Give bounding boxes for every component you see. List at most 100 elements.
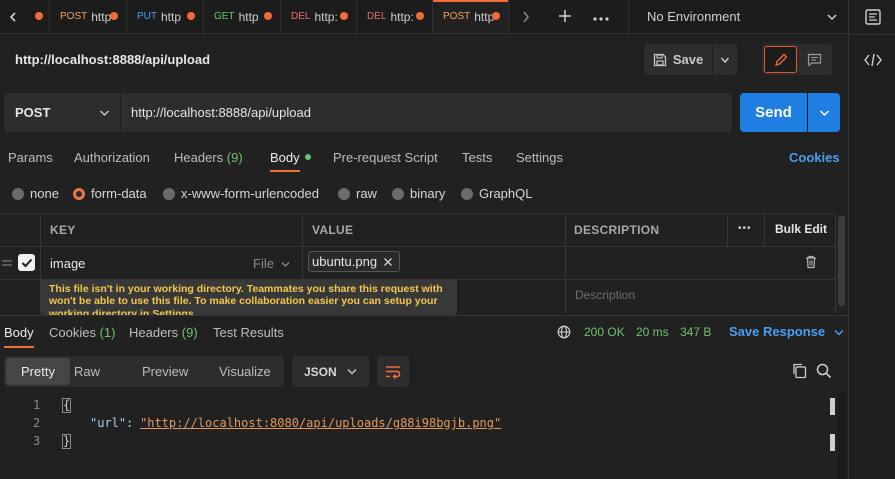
- row-checkbox[interactable]: [18, 254, 35, 271]
- tab-headers[interactable]: Headers (9): [174, 150, 243, 165]
- json-value-link[interactable]: "http://localhost:8080/api/uploads/g88i9…: [140, 416, 501, 430]
- request-tab[interactable]: DEL http:: [357, 0, 433, 33]
- documentation-mode-button[interactable]: [798, 46, 830, 73]
- row-type-selector[interactable]: File: [253, 256, 290, 271]
- file-name: ubuntu.png: [312, 254, 378, 269]
- tab-settings[interactable]: Settings: [516, 150, 563, 165]
- view-mode-label: Pretty: [21, 364, 55, 379]
- code-bracket: }: [62, 434, 72, 449]
- tab-options-icon[interactable]: [592, 12, 610, 22]
- table-border: [727, 213, 728, 246]
- response-body[interactable]: 1 { 2 "url" : "http://localhost:8080/api…: [0, 398, 830, 458]
- file-chip[interactable]: ubuntu.png: [308, 251, 400, 272]
- tab-bar: POST http PUT http GET http DEL http: DE…: [0, 0, 895, 34]
- code-line: 3 }: [0, 434, 830, 452]
- tab-method: POST: [443, 11, 471, 22]
- request-tab[interactable]: GET http: [204, 0, 281, 33]
- response-time[interactable]: 20 ms: [636, 325, 669, 339]
- copy-icon[interactable]: [792, 363, 807, 379]
- radio-circle: [392, 187, 404, 200]
- json-separator: :: [126, 416, 141, 430]
- radio-form-data[interactable]: form-data: [73, 186, 147, 201]
- warning-text: This file isn't in your working director…: [49, 283, 443, 315]
- chevron-down-icon: [827, 14, 837, 21]
- radio-graphql[interactable]: GraphQL: [461, 186, 532, 201]
- drag-handle-icon[interactable]: [1, 257, 13, 269]
- response-tab-body[interactable]: Body: [4, 325, 34, 348]
- url-input[interactable]: http://localhost:8888/api/upload: [121, 93, 732, 132]
- row-key-field[interactable]: image: [50, 256, 85, 271]
- format-selector[interactable]: JSON: [292, 356, 369, 387]
- tab-name: http: [161, 9, 182, 24]
- unsaved-dot-icon: [187, 12, 195, 20]
- environment-selector[interactable]: No Environment: [628, 0, 848, 33]
- response-tab-cookies[interactable]: Cookies (1): [49, 325, 115, 340]
- format-label: JSON: [304, 364, 337, 379]
- environment-quick-look-icon[interactable]: [864, 8, 882, 26]
- remove-file-icon[interactable]: [383, 257, 393, 267]
- line-number: 2: [33, 416, 41, 430]
- radio-circle: [163, 187, 175, 200]
- save-button[interactable]: Save: [644, 44, 712, 75]
- code-snippet-icon[interactable]: [863, 52, 883, 68]
- wrap-lines-button[interactable]: [377, 356, 409, 387]
- send-button[interactable]: Send: [740, 93, 807, 132]
- new-tab-icon[interactable]: [557, 8, 573, 24]
- save-response-button[interactable]: Save Response: [729, 324, 844, 339]
- tab-headers-label: Headers: [174, 150, 224, 165]
- response-tab-underline: [4, 346, 34, 348]
- description-input[interactable]: Description: [575, 288, 635, 302]
- row-type-label: File: [253, 256, 274, 271]
- response-minimap-marker[interactable]: [830, 434, 835, 451]
- table-scrollbar[interactable]: [838, 216, 845, 306]
- response-tab-headers[interactable]: Headers (9): [129, 325, 198, 340]
- tab-pre-request-script[interactable]: Pre-request Script: [333, 150, 438, 165]
- radio-label: raw: [356, 186, 377, 201]
- radio-label: binary: [410, 186, 446, 201]
- tab-body-label: Body: [270, 150, 300, 165]
- method-selector[interactable]: POST: [4, 93, 120, 132]
- request-title[interactable]: http://localhost:8888/api/upload: [15, 52, 210, 67]
- tab-body-underline: [270, 170, 300, 172]
- table-border: [835, 213, 836, 313]
- status-code[interactable]: 200 OK: [584, 325, 625, 339]
- body-active-dot-icon: [305, 154, 312, 160]
- tab-body[interactable]: Body: [270, 150, 312, 172]
- radio-none[interactable]: none: [12, 186, 59, 201]
- tabs-scroll-right-icon[interactable]: [518, 9, 534, 25]
- view-mode-visualize[interactable]: Visualize: [219, 364, 271, 379]
- tab-authorization[interactable]: Authorization: [74, 150, 150, 165]
- response-tab-test-results[interactable]: Test Results: [213, 325, 284, 340]
- request-tab[interactable]: POST http: [50, 0, 127, 33]
- cookies-link[interactable]: Cookies: [789, 150, 840, 165]
- response-tab-headers-count: (9): [181, 325, 198, 340]
- radio-raw[interactable]: raw: [338, 186, 377, 201]
- search-icon[interactable]: [816, 363, 832, 379]
- tab-tests[interactable]: Tests: [462, 150, 492, 165]
- response-minimap-marker[interactable]: [830, 398, 835, 415]
- tabs-scroll-left-icon[interactable]: [0, 0, 50, 33]
- request-tab[interactable]: PUT http: [127, 0, 204, 33]
- view-mode-raw[interactable]: Raw: [74, 364, 100, 379]
- request-tab-active[interactable]: POST http: [433, 0, 509, 33]
- delete-row-icon[interactable]: [805, 255, 817, 269]
- globe-icon[interactable]: [557, 325, 571, 339]
- comment-icon: [807, 53, 821, 67]
- tab-method: POST: [60, 11, 88, 22]
- more-options-icon[interactable]: •••: [738, 223, 752, 234]
- send-options-button[interactable]: [808, 93, 840, 132]
- view-mode-preview[interactable]: Preview: [142, 364, 188, 379]
- view-mode-pretty[interactable]: Pretty: [6, 358, 70, 385]
- unsaved-dot-icon: [340, 12, 348, 20]
- bulk-edit-button[interactable]: Bulk Edit: [775, 222, 827, 236]
- radio-circle: [12, 187, 24, 200]
- request-tab[interactable]: DEL http:: [281, 0, 357, 33]
- tab-params[interactable]: Params: [8, 150, 53, 165]
- radio-x-www-form-urlencoded[interactable]: x-www-form-urlencoded: [163, 186, 319, 201]
- edit-mode-button[interactable]: [764, 46, 797, 73]
- radio-label: none: [30, 186, 59, 201]
- view-toggle-group: [762, 44, 832, 75]
- radio-binary[interactable]: binary: [392, 186, 445, 201]
- save-options-button[interactable]: [713, 44, 737, 75]
- response-size[interactable]: 347 B: [680, 325, 711, 339]
